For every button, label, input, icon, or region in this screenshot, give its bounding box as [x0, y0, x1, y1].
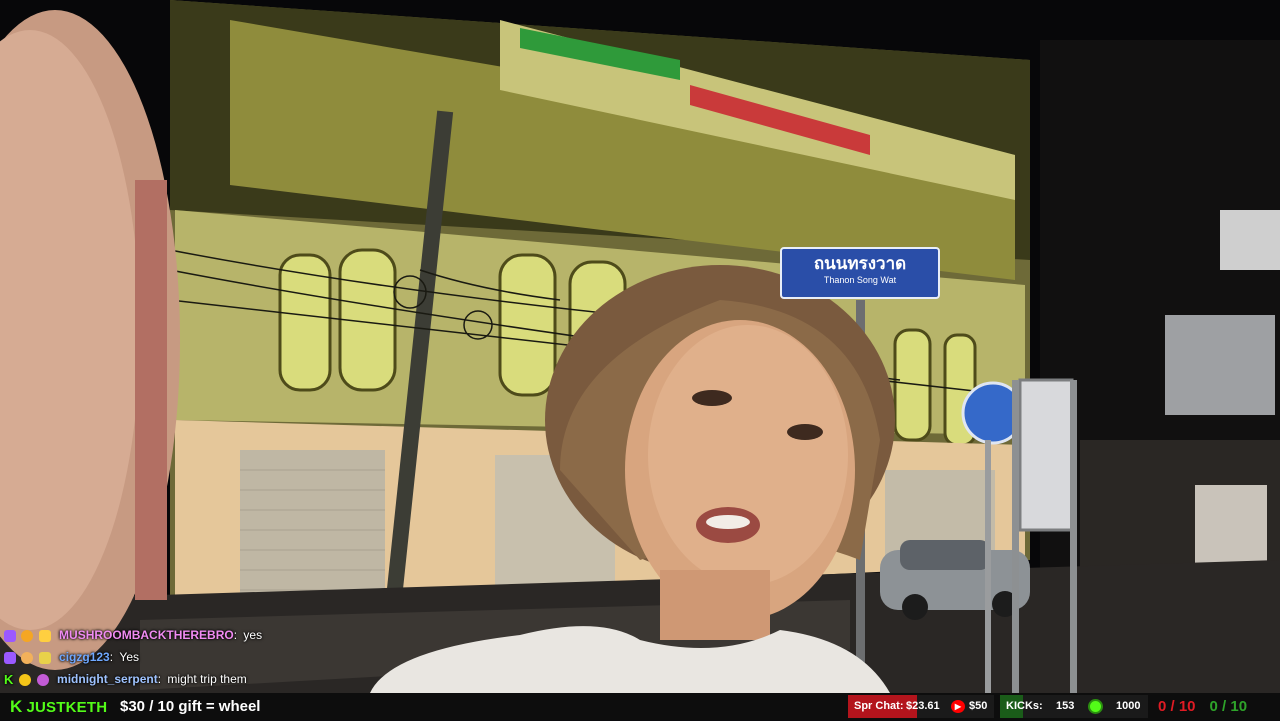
kicks-label: KICKs: [1006, 700, 1043, 712]
score-green: 0 / 10 [1209, 698, 1248, 715]
butterfly-badge-icon [38, 651, 51, 664]
stream-video: ถนนทรงวาด Thanon Song Wat [0, 0, 1280, 693]
street-sign: ถนนทรงวาด Thanon Song Wat [780, 247, 940, 299]
chat-message: MUSHROOMBACKTHEREBRO: yes [4, 624, 364, 646]
chat-separator: : [233, 628, 238, 642]
spr-label: Spr Chat: [854, 700, 904, 712]
score-red: 0 / 10 [1158, 698, 1196, 715]
sub-badge-icon [4, 629, 16, 642]
kicks-count: 153 [1056, 700, 1075, 712]
gift-badge-icon [21, 629, 34, 642]
chat-message-text: Yes [119, 650, 139, 664]
channel-name: JUSTKETH [26, 699, 108, 716]
emoji-badge-icon [21, 651, 34, 664]
chat-username[interactable]: midnight_serpent [57, 672, 158, 686]
street-sign-latin: Thanon Song Wat [823, 275, 897, 285]
crown-badge-icon [38, 629, 51, 642]
score-counters: 0 / 10 0 / 10 [1158, 693, 1247, 720]
kicks-goal-value: 1000 [1116, 700, 1141, 712]
kicks-goal: KICKs: 153 1000 [1000, 695, 1148, 718]
chat-message: K midnight_serpent: might trip them [4, 668, 364, 690]
heart-badge-icon [36, 673, 49, 686]
chat-message-text: might trip them [167, 672, 247, 686]
kick-badge-icon: K [4, 671, 14, 687]
kick-logo-icon: K [10, 697, 23, 716]
street-sign-thai: ถนนทรงวาด [813, 254, 907, 273]
channel-brand: K JUSTKETH [10, 693, 107, 720]
street-scene [0, 0, 1280, 693]
chat-message: cigzg123: Yes [4, 646, 364, 668]
spr-goal: $50 [969, 700, 988, 712]
chat-message-text: yes [243, 628, 263, 642]
chat-separator: : [157, 672, 162, 686]
spr-amount: $23.61 [906, 700, 940, 712]
globe-icon [1088, 699, 1103, 714]
chat-username[interactable]: cigzg123 [59, 650, 110, 664]
spr-chat-goal: Spr Chat: $23.61 ▶ $50 [848, 695, 994, 718]
coin-badge-icon [19, 673, 32, 686]
chat-overlay: MUSHROOMBACKTHEREBRO: yes cigzg123: Yes … [4, 624, 364, 690]
youtube-icon: ▶ [951, 700, 965, 713]
chat-separator: : [109, 650, 114, 664]
sub-badge-icon [4, 651, 16, 664]
stream-info-bar: K JUSTKETH $30 / 10 gift = wheel Spr Chat… [0, 693, 1280, 720]
chat-username[interactable]: MUSHROOMBACKTHEREBRO [59, 628, 234, 642]
goal-text: $30 / 10 gift = wheel [120, 698, 261, 715]
